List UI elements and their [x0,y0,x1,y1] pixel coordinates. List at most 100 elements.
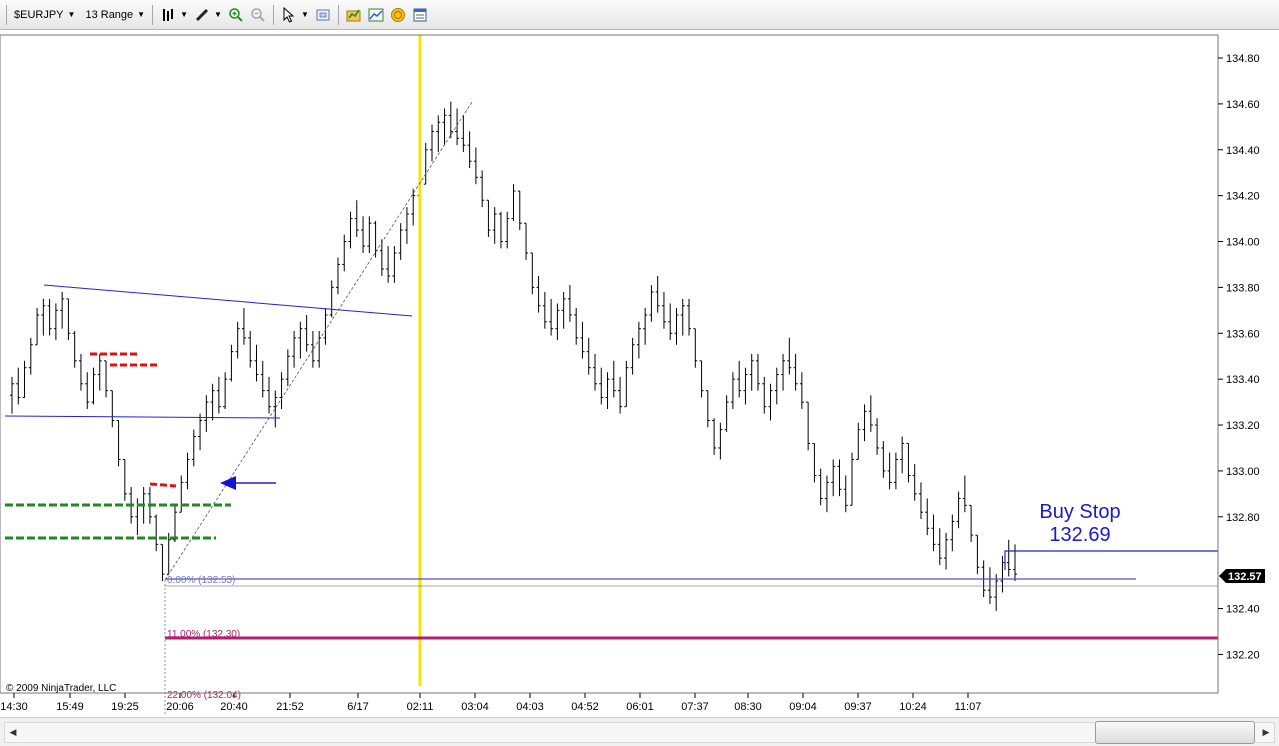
ohlc-bar [699,360,704,398]
ohlc-bar [937,528,942,565]
x-axis-tick-label: 06:01 [626,701,654,713]
ohlc-bars-group [10,101,1017,611]
ohlc-bar [480,170,485,208]
y-axis-tick-label: 134.00 [1226,237,1260,249]
ohlc-bar [122,458,127,501]
time-axis: 14:30 15:49 19:25 20:06 20:40 21:52 6/17 02:11 0… [0,693,981,713]
ohlc-bar [317,330,322,368]
last-price-value: 132.57 [1228,571,1262,583]
ohlc-bar [329,280,334,318]
zoom-in-button[interactable] [225,4,247,26]
ohlc-bar [348,211,353,249]
ohlc-bar [730,372,735,409]
ohlc-bar [498,211,503,249]
ohlc-bar [35,308,40,346]
ohlc-bar [53,303,58,341]
scroll-left-arrow-icon[interactable]: ◀ [4,721,22,744]
instrument-list-button[interactable] [343,4,365,26]
ohlc-bar [574,308,579,345]
x-axis-tick-label: 07:37 [681,701,709,713]
ohlc-bar [962,475,967,513]
ohlc-bar [235,321,240,359]
support-line[interactable] [4,415,281,419]
ohlc-bar [241,308,246,345]
pointer-tool-button[interactable]: ▼ [278,4,312,26]
horizontal-scrollbar[interactable]: ◀ ▶ [0,717,1279,746]
ohlc-bar [379,239,384,276]
y-axis-tick-label: 134.60 [1226,99,1260,111]
ohlc-bar [298,321,303,359]
ohlc-bar [887,452,892,490]
ohlc-bar [643,308,648,345]
data-box-button[interactable] [312,4,334,26]
period-selector[interactable]: 13 Range ▼ [82,4,148,26]
ohlc-bar [542,291,547,329]
scroll-right-arrow-icon[interactable]: ▶ [1257,721,1275,744]
y-axis-tick-label: 133.80 [1226,282,1260,294]
price-chart[interactable]: 0.00% (132.53) 11.00% (132.30) 22.00% (1… [0,30,1279,716]
coin-icon [390,7,406,23]
ohlc-bar [950,514,955,552]
ohlc-bar [511,184,516,221]
ohlc-bar [762,376,767,414]
ohlc-bar [969,504,974,543]
resistance-trend-line[interactable] [43,284,413,317]
ohlc-bar [893,452,898,490]
ohlc-bar [323,308,328,345]
blue-arrow-marker [220,476,276,490]
ohlc-bar [549,298,554,336]
ohlc-bar [486,199,491,237]
ohlc-bar [279,372,284,409]
ohlc-bar [693,328,698,368]
y-axis-tick-label: 132.40 [1226,604,1260,616]
ohlc-bar [668,303,673,341]
scrollbar-thumb[interactable] [1095,721,1255,744]
plot-area-border [0,34,1219,694]
ohlc-bar [787,337,792,375]
zoom-out-button[interactable] [247,4,269,26]
ohlc-bar [285,349,290,387]
x-axis-tick-label: 14:30 [0,701,28,713]
ohlc-bar [442,108,447,146]
ohlc-bar [687,298,692,336]
ohlc-bar [793,353,798,391]
ohlc-bar [229,344,234,382]
ohlc-bar [361,216,366,253]
properties-button[interactable] [409,4,431,26]
ohlc-bar [254,344,259,382]
ohlc-bar [931,514,936,552]
y-axis-tick-label: 134.80 [1226,53,1260,65]
ohlc-bar [461,115,466,153]
scrollbar-track[interactable] [4,722,1275,743]
ohlc-bar [436,115,441,153]
toolbar-separator [337,4,339,25]
bar-style-button[interactable]: ▼ [157,4,191,26]
ohlc-bar [66,298,71,341]
ohlc-bar [216,376,221,414]
ohlc-bar [154,514,159,552]
drawing-tool-button[interactable]: ▼ [191,4,225,26]
ohlc-bar [267,376,272,414]
instrument-selector[interactable]: $EURJPY ▼ [11,4,78,26]
ohlc-bar [492,207,497,244]
chart-panel[interactable]: 0.00% (132.53) 11.00% (132.30) 22.00% (1… [0,30,1279,746]
ohlc-bar [624,360,629,408]
ohlc-bar [116,419,121,467]
ohlc-bar [342,234,347,272]
chart-toolbar: $EURJPY ▼ 13 Range ▼ ▼ ▼ ▼ [0,0,1279,30]
x-axis-tick-label: 19:25 [111,701,139,713]
buy-stop-level-line[interactable] [1004,550,1218,570]
ohlc-bar [354,200,359,237]
strategies-button[interactable] [387,4,409,26]
ohlc-bar [191,429,196,467]
chevron-down-icon: ▼ [137,10,146,19]
ohlc-bar [1000,555,1005,593]
ohlc-bar [655,275,660,313]
ohlc-bar [10,376,14,414]
ohlc-bar [611,360,616,398]
ohlc-bar [392,246,397,283]
indicators-button[interactable] [365,4,387,26]
ohlc-bar [373,220,378,258]
ohlc-bar [994,574,999,611]
fibonacci-anchor-line[interactable] [164,101,473,581]
